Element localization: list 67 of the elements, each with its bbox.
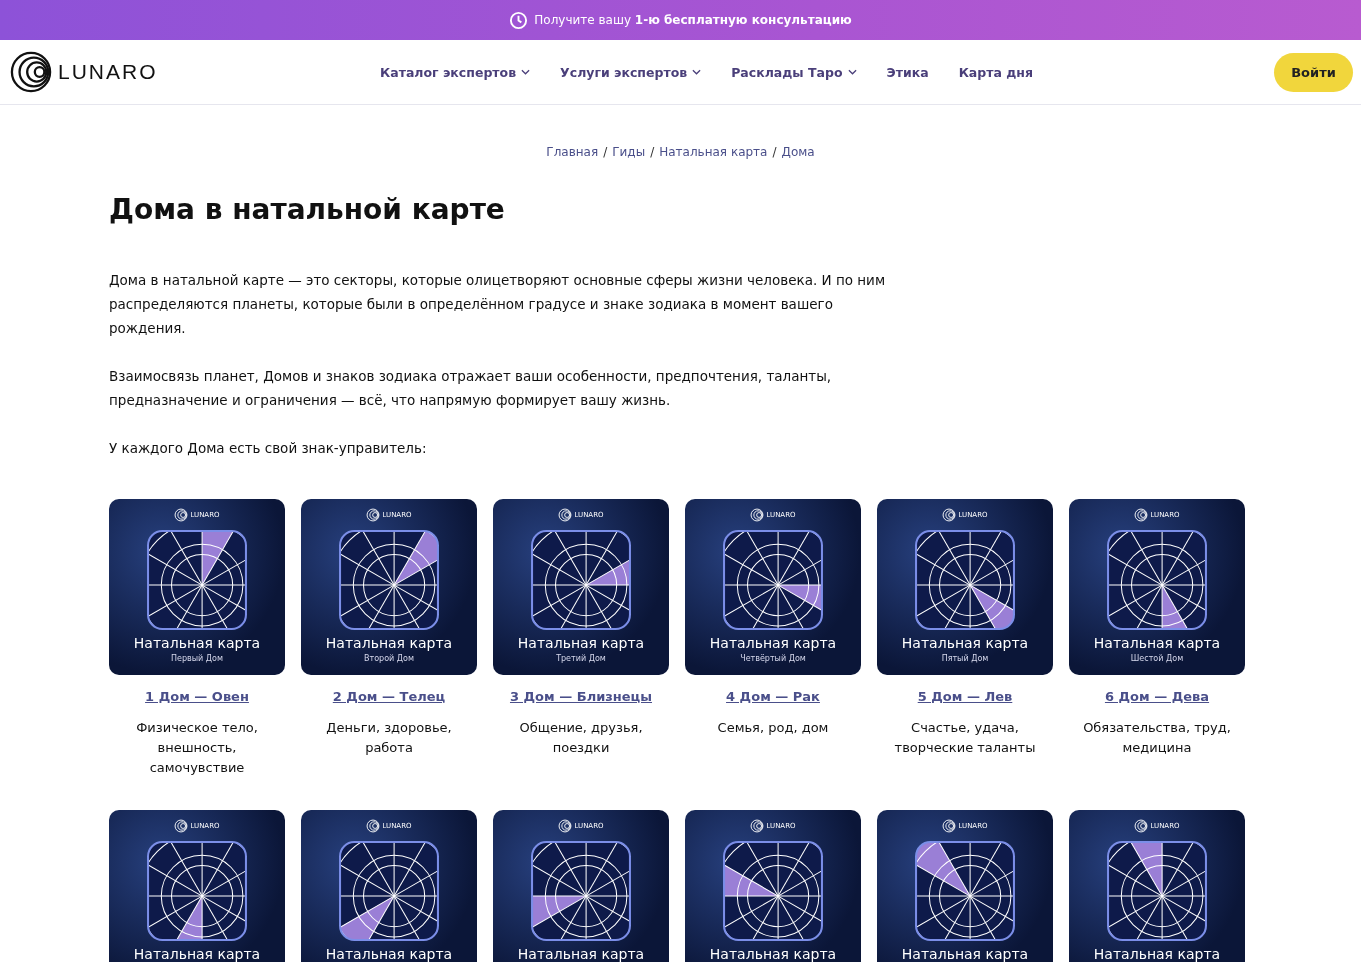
image-title: Натальная карта — [517, 635, 645, 651]
breadcrumb-separator: / — [603, 145, 608, 159]
house-link[interactable]: 4 Дом — Рак — [726, 689, 820, 704]
image-title: Натальная карта — [1093, 635, 1221, 651]
image-title: Натальная карта — [133, 635, 261, 651]
breadcrumb-link[interactable]: Дома — [781, 145, 815, 159]
nav-link[interactable]: Услуги экспертов — [560, 64, 702, 80]
image-subtitle: Третий Дом — [556, 654, 606, 663]
logo-icon — [10, 51, 52, 93]
breadcrumb-separator: / — [772, 145, 777, 159]
promo-text: Получите вашу 1-ю бесплатную консультацию — [534, 13, 852, 27]
logo-icon — [174, 819, 189, 833]
image-title: Натальная карта — [709, 635, 837, 651]
image-title: Натальная карта — [133, 946, 261, 962]
chevron-down-icon — [692, 69, 702, 75]
logo-icon — [750, 508, 765, 522]
nav-link[interactable]: Расклады Таро — [731, 64, 857, 80]
image-subtitle: Шестой Дом — [1130, 654, 1184, 663]
image-title: Натальная карта — [901, 946, 1029, 962]
house-link[interactable]: 2 Дом — Телец — [332, 689, 446, 704]
paragraph: У каждого Дома есть свой знак-управитель: — [109, 439, 428, 458]
paragraph: Взаимосвязь планет, Домов и знаков зодиака отражает ваши особенности, предпочтения, таланты, предназначение и ограничения — всё, что напрямую формирует вашу жизнь. — [109, 367, 833, 410]
image-title: Натальная карта — [517, 946, 645, 962]
image-subtitle: Первый Дом — [171, 654, 223, 663]
image-title: Натальная карта — [325, 946, 453, 962]
image-title: Натальная карта — [325, 635, 453, 651]
clock-icon — [509, 10, 529, 30]
logo-icon — [1134, 508, 1149, 522]
image-subtitle: Пятый Дом — [941, 654, 989, 663]
breadcrumb-separator: / — [650, 145, 655, 159]
breadcrumb-link[interactable]: Главная — [546, 145, 599, 159]
house-description: Деньги, здоровье, работа — [325, 719, 453, 757]
house-description: Физическое тело, внешность, самочувствие — [135, 719, 259, 777]
image-title: Натальная карта — [709, 946, 837, 962]
nav-link[interactable]: Карта дня — [958, 64, 1033, 80]
logo-icon — [366, 508, 381, 522]
house-description: Счастье, удача, творческие таланты — [893, 719, 1037, 757]
image-title: Натальная карта — [901, 635, 1029, 651]
house-description: Общение, друзья, поездки — [518, 719, 644, 757]
logo-icon — [366, 819, 381, 833]
house-link[interactable]: 5 Дом — Лев — [917, 689, 1013, 704]
login-button[interactable]: Войти — [1274, 52, 1353, 92]
promo-banner[interactable]: Получите вашу 1-ю бесплатную консультацию — [0, 0, 1361, 40]
logo-icon — [558, 508, 573, 522]
house-description: Семья, род, дом — [716, 719, 830, 737]
nav-link[interactable]: Каталог экспертов — [380, 64, 531, 80]
logo-icon — [942, 819, 957, 833]
house-link[interactable]: 3 Дом — Близнецы — [509, 689, 652, 704]
logo-icon — [1134, 819, 1149, 833]
chevron-down-icon — [847, 69, 857, 75]
image-title: Натальная карта — [1093, 946, 1221, 962]
chevron-down-icon — [521, 69, 531, 75]
breadcrumb-link[interactable]: Гиды — [612, 145, 646, 159]
breadcrumb-link[interactable]: Натальная карта — [659, 145, 768, 159]
logo-icon — [750, 819, 765, 833]
house-description: Обязательства, труд, медицина — [1082, 719, 1232, 757]
house-link[interactable]: 6 Дом — Дева — [1104, 689, 1210, 704]
logo-icon — [942, 508, 957, 522]
logo-text: LUNARO — [58, 60, 158, 84]
image-subtitle: Четвёртый Дом — [740, 654, 806, 663]
house-link[interactable]: 1 Дом — Овен — [145, 689, 249, 704]
image-subtitle: Второй Дом — [364, 654, 414, 663]
logo-icon — [558, 819, 573, 833]
nav-link[interactable]: Этика — [886, 64, 929, 80]
page-title: Дома в натальной карте — [109, 193, 506, 228]
logo-icon — [174, 508, 189, 522]
paragraph: Дома в натальной карте — это секторы, которые олицетворяют основные сферы жизни человека. И по ним распределяются планеты, которые были в определённом градусе и знаке зодиака в момент вашего рождения. — [109, 271, 887, 338]
